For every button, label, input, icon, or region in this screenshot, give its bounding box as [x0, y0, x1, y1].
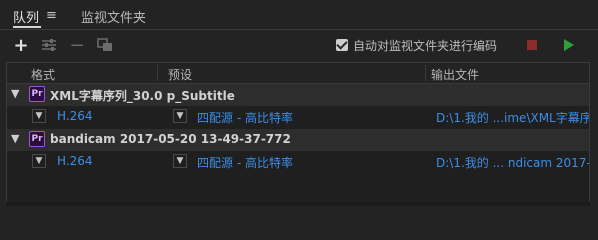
output-file-link[interactable]: D:\1.我的 ... ndicam 2017-05-2 — [436, 154, 589, 171]
format-dropdown-icon[interactable]: ▼ — [32, 109, 46, 123]
queue-panel: 格式 预设 输出文件 ▼ Pr XML字幕序列_30.0 p_Subtitle … — [6, 62, 590, 204]
column-header: 格式 预设 输出文件 — [7, 63, 589, 84]
preset-link[interactable]: 四配源 - 高比特率 — [197, 154, 293, 171]
preset-link[interactable]: 四配源 - 高比特率 — [197, 109, 293, 126]
format-link[interactable]: H.264 — [57, 154, 93, 168]
tabs-divider — [0, 29, 598, 30]
format-link[interactable]: H.264 — [57, 109, 93, 123]
premiere-pro-icon: Pr — [29, 131, 45, 147]
source-name: XML字幕序列_30.0 p_Subtitle — [50, 89, 235, 103]
queue-item-row[interactable]: ▼ H.264 ▼ 四配源 - 高比特率 D:\1.我的 ... ndicam … — [7, 151, 589, 173]
queue-item-row[interactable]: ▼ H.264 ▼ 四配源 - 高比特率 D:\1.我的 ...ime\XML字… — [7, 106, 589, 128]
source-row[interactable]: ▼ Pr bandicam 2017-05-20 13-49-37-772 — [7, 129, 589, 151]
output-file-link[interactable]: D:\1.我的 ...ime\XML字幕序列_ — [436, 109, 589, 126]
source-name: bandicam 2017-05-20 13-49-37-772 — [50, 132, 291, 146]
tab-watch-folders[interactable]: 监视文件夹 — [81, 7, 146, 26]
start-queue-button[interactable] — [564, 39, 574, 51]
add-source-icon[interactable]: + — [12, 35, 30, 56]
stop-queue-button[interactable] — [527, 40, 537, 50]
preset-dropdown-icon[interactable]: ▼ — [173, 154, 187, 168]
panel-menu-icon[interactable]: ≡ — [46, 8, 57, 23]
premiere-pro-icon: Pr — [29, 86, 45, 102]
source-row[interactable]: ▼ Pr XML字幕序列_30.0 p_Subtitle — [7, 84, 589, 106]
auto-encode-checkbox[interactable] — [336, 39, 348, 51]
collapse-chevron-icon[interactable]: ▼ — [11, 87, 19, 100]
remove-icon[interactable]: − — [68, 35, 86, 56]
duplicate-icon[interactable] — [96, 36, 114, 54]
column-output[interactable]: 输出文件 — [431, 66, 479, 83]
format-dropdown-icon[interactable]: ▼ — [32, 154, 46, 168]
column-preset[interactable]: 预设 — [168, 66, 192, 83]
collapse-chevron-icon[interactable]: ▼ — [11, 132, 19, 145]
panel-bottom-edge — [6, 202, 590, 206]
tab-queue-underline — [13, 26, 41, 28]
preset-dropdown-icon[interactable]: ▼ — [173, 109, 187, 123]
tab-queue[interactable]: 队列 — [13, 7, 39, 26]
column-separator — [425, 65, 426, 81]
auto-encode-label: 自动对监视文件夹进行编码 — [353, 39, 498, 53]
column-separator — [157, 65, 158, 81]
toolbar: + − 自动对监视文件夹进行编码 — [0, 31, 598, 59]
column-format[interactable]: 格式 — [31, 66, 55, 83]
settings-sliders-icon[interactable] — [40, 36, 58, 54]
panel-tabs: 队列 ≡ 监视文件夹 — [0, 0, 598, 30]
